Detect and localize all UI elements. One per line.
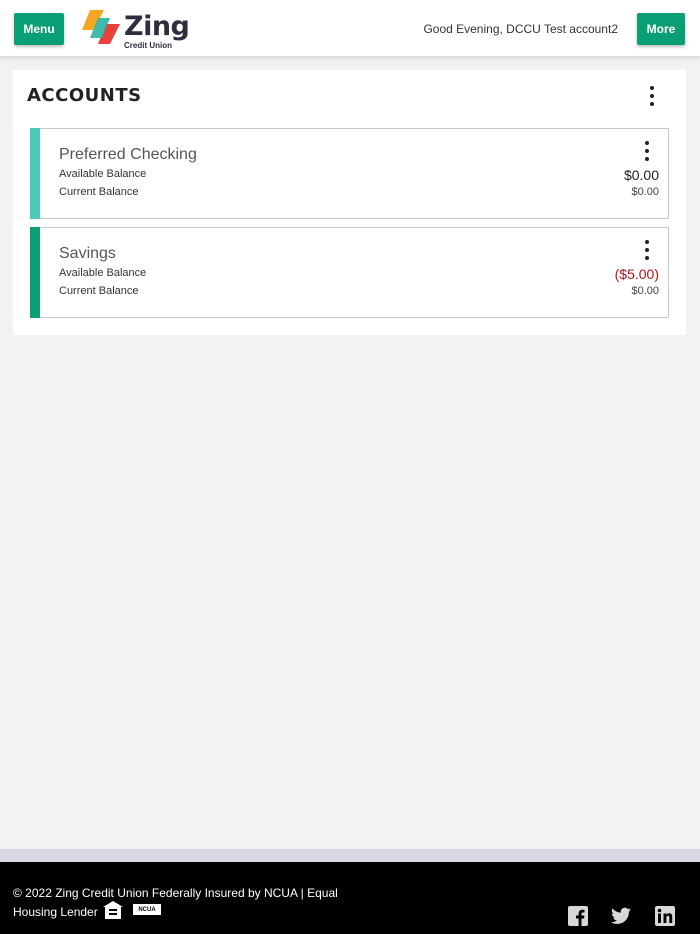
logo-subtitle: Credit Union (124, 41, 172, 50)
available-balance-label: Available Balance (59, 168, 147, 180)
linkedin-icon[interactable] (655, 906, 675, 926)
site-footer: © 2022 Zing Credit Union Federally Insur… (0, 862, 700, 934)
account-card-savings[interactable]: Savings Available Balance Current Balanc… (30, 227, 669, 318)
account-accent-strip (30, 128, 40, 219)
top-header: Menu Zing Credit Union Good Evening, DCC… (0, 0, 700, 56)
footer-legal-text: © 2022 Zing Credit Union Federally Insur… (13, 884, 343, 922)
footer-divider (0, 849, 700, 862)
account-name: Preferred Checking (59, 146, 197, 163)
facebook-icon[interactable] (568, 906, 588, 926)
current-balance-label: Current Balance (59, 285, 139, 297)
footer-legal-line-1: © 2022 Zing Credit Union Federally Insur… (13, 886, 338, 900)
account-accent-strip (30, 227, 40, 318)
current-balance-value: $0.00 (631, 285, 659, 297)
zing-logo[interactable]: Zing Credit Union (80, 8, 195, 52)
logo-wordmark: Zing (124, 11, 190, 42)
accounts-panel: ACCOUNTS Preferred Checking Available Ba… (13, 70, 686, 335)
greeting-text: Good Evening, DCCU Test account2 (423, 22, 618, 36)
account-card-preferred-checking[interactable]: Preferred Checking Available Balance Cur… (30, 128, 669, 219)
twitter-icon[interactable] (611, 906, 631, 926)
zing-logo-mark-icon (82, 10, 120, 44)
current-balance-value: $0.00 (631, 186, 659, 198)
available-balance-value: ($5.00) (614, 266, 659, 282)
accounts-title: ACCOUNTS (27, 85, 142, 106)
current-balance-label: Current Balance (59, 186, 139, 198)
account-name: Savings (59, 245, 116, 262)
accounts-options-icon[interactable] (644, 84, 660, 108)
menu-button[interactable]: Menu (14, 13, 64, 45)
available-balance-label: Available Balance (59, 267, 147, 279)
equal-housing-lender-icon (103, 901, 123, 919)
footer-legal-line-2: Housing Lender (13, 905, 98, 919)
more-button[interactable]: More (637, 13, 685, 45)
available-balance-value: $0.00 (623, 167, 659, 183)
account-options-icon[interactable] (639, 238, 655, 262)
ncua-badge: NCUA (133, 904, 161, 915)
account-options-icon[interactable] (639, 139, 655, 163)
